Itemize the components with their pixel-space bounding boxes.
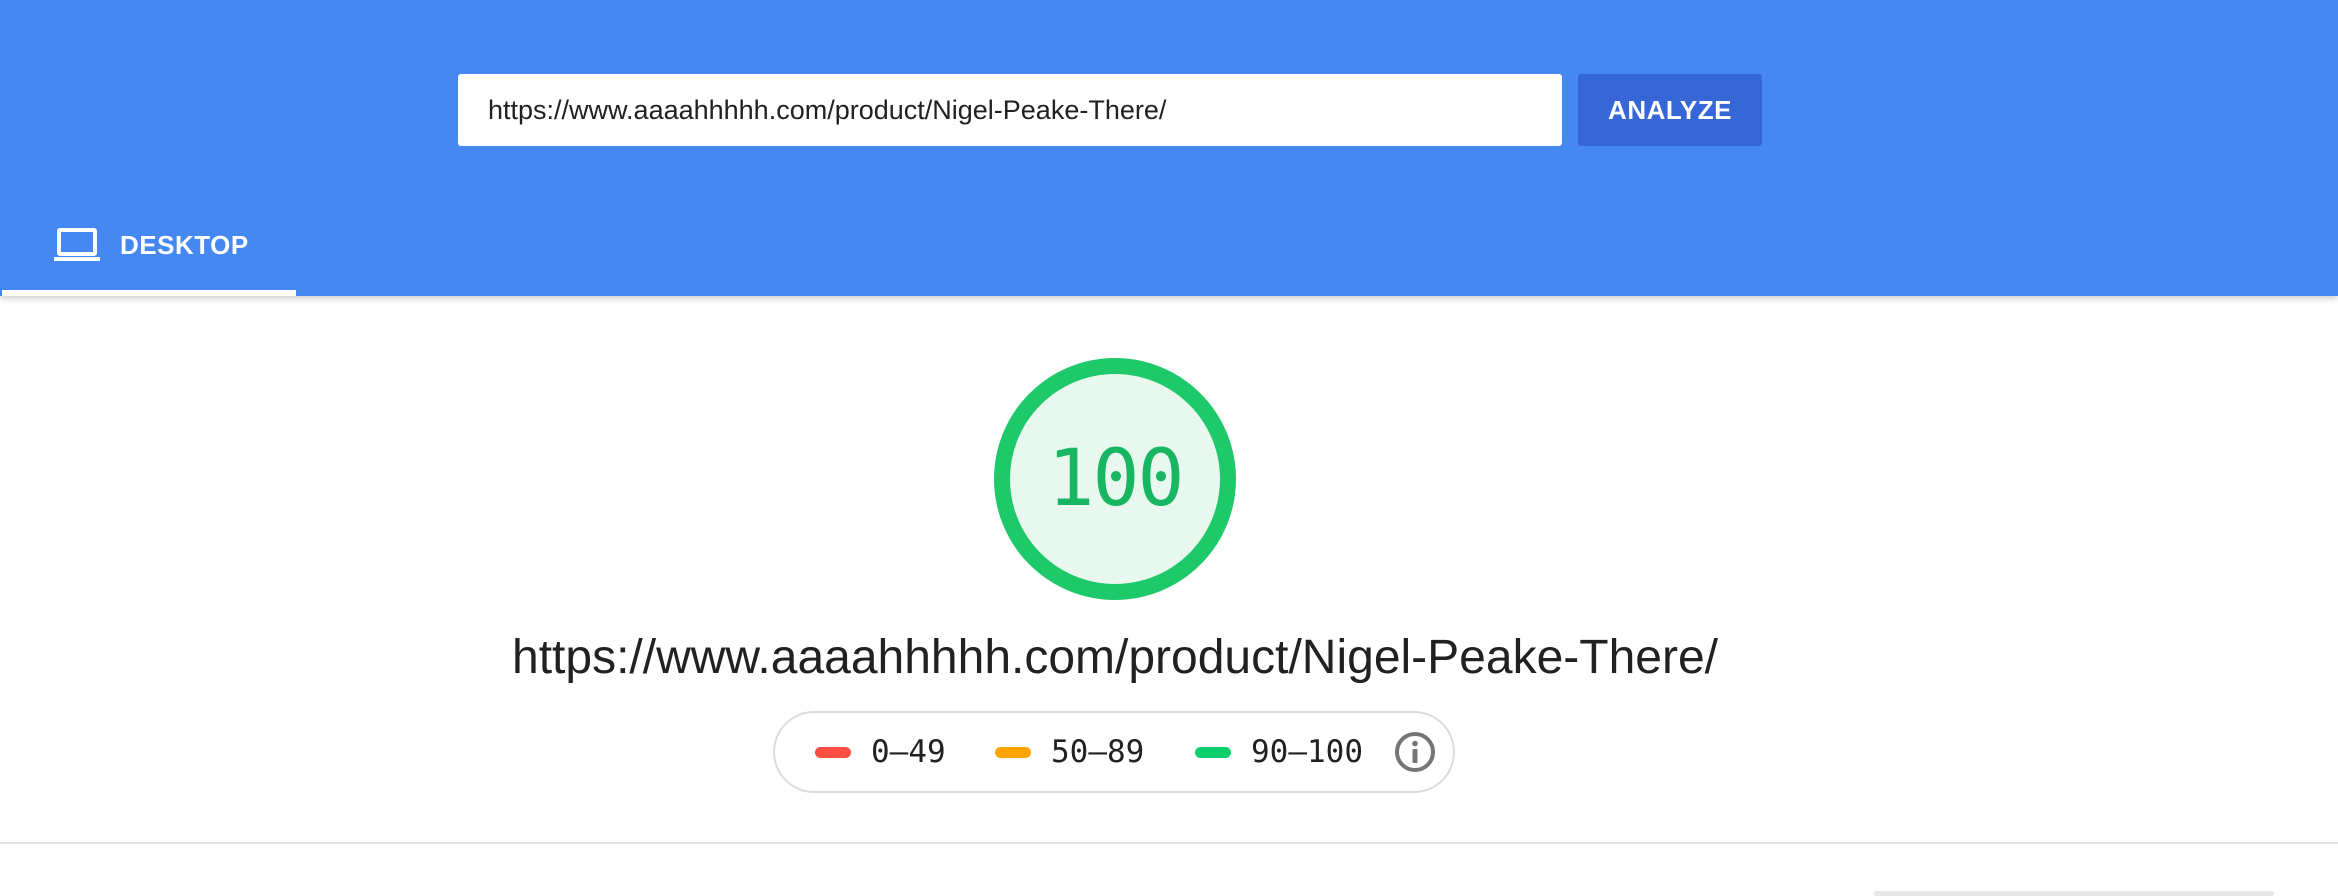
info-icon[interactable] [1393,730,1437,774]
legend-item-pass: 90–100 [1195,713,1363,791]
legend-label: 0–49 [871,734,946,770]
legend-item-fail: 0–49 [815,713,946,791]
laptop-icon [54,228,100,261]
performance-score: 100 [1047,434,1185,524]
legend-item-average: 50–89 [995,713,1144,791]
content-edge [1874,891,2274,896]
tab-desktop[interactable]: DESKTOP [2,200,296,296]
analyze-button[interactable]: ANALYZE [1578,74,1762,146]
legend-swatch-green [1195,746,1231,758]
url-input[interactable] [458,74,1562,146]
audited-url: https://www.aaaahhhhh.com/product/Nigel-… [512,631,1718,684]
section-divider [0,842,2338,844]
legend-swatch-orange [995,746,1031,758]
legend-label: 50–89 [1051,734,1145,770]
legend-swatch-red [815,746,851,758]
tab-desktop-label: DESKTOP [120,230,249,260]
legend-label: 90–100 [1251,734,1363,770]
tab-selected-indicator [2,290,296,296]
header-bar: ANALYZE DESKTOP [0,0,2338,296]
score-legend: 0–49 50–89 90–100 [773,711,1455,793]
